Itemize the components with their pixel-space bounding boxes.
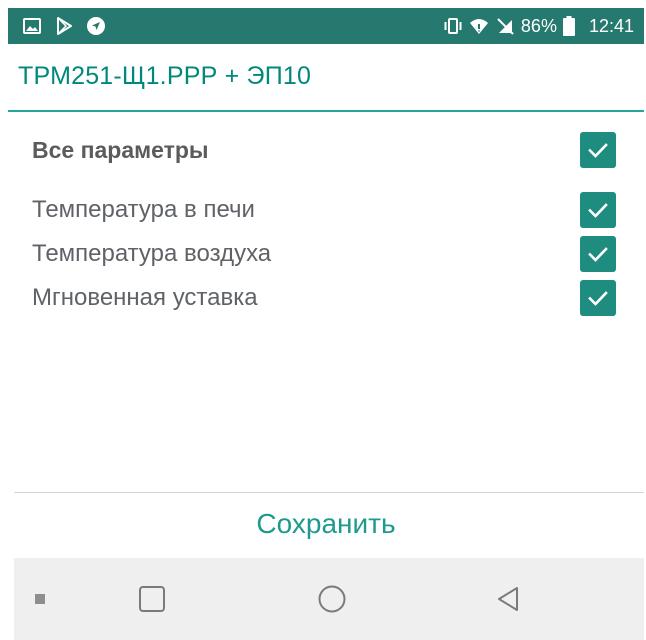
navigation-icon xyxy=(86,16,106,36)
save-button[interactable]: Сохранить xyxy=(8,508,644,540)
vibrate-icon xyxy=(443,16,463,36)
back-triangle-icon[interactable] xyxy=(488,558,528,640)
battery-percent: 86% xyxy=(520,15,557,36)
parameter-checkbox[interactable] xyxy=(580,236,616,272)
all-parameters-label: Все параметры xyxy=(32,136,209,163)
wifi-icon xyxy=(469,16,489,36)
all-parameters-row[interactable]: Все параметры xyxy=(32,132,616,168)
parameter-label: Температура воздуха xyxy=(32,240,272,267)
parameter-row[interactable]: Температура в печи xyxy=(32,192,616,228)
page-title: ТРМ251-Щ1.РРР + ЭП10 xyxy=(18,62,312,90)
all-parameters-checkbox[interactable] xyxy=(580,132,616,168)
checkmark-icon xyxy=(588,291,608,306)
checkmark-icon xyxy=(588,203,608,218)
parameter-row[interactable]: Температура воздуха xyxy=(32,236,616,272)
status-bar: 86% 12:41 xyxy=(8,8,644,44)
navigation-bar xyxy=(14,558,644,640)
parameter-checkbox[interactable] xyxy=(580,192,616,228)
menu-dot-icon[interactable] xyxy=(28,558,52,640)
image-icon xyxy=(22,16,42,36)
home-circle-icon[interactable] xyxy=(312,558,352,640)
parameter-label: Температура в печи xyxy=(32,196,255,223)
parameter-row[interactable]: Мгновенная уставка xyxy=(32,280,616,316)
parameter-checkbox[interactable] xyxy=(580,280,616,316)
clock: 12:41 xyxy=(588,15,634,36)
app-bar: ТРМ251-Щ1.РРР + ЭП10 xyxy=(8,44,644,112)
checkmark-icon xyxy=(588,143,608,158)
recents-square-icon[interactable] xyxy=(132,558,172,640)
app-frame: 86% 12:41 ТРМ251-Щ1.РРР + ЭП10 Все парам… xyxy=(8,8,644,640)
footer-divider xyxy=(14,492,644,493)
no-sim-icon xyxy=(495,16,515,36)
checkmark-icon xyxy=(588,247,608,262)
battery-icon xyxy=(562,16,583,36)
play-store-icon xyxy=(54,16,74,36)
parameter-label: Мгновенная уставка xyxy=(32,284,258,311)
